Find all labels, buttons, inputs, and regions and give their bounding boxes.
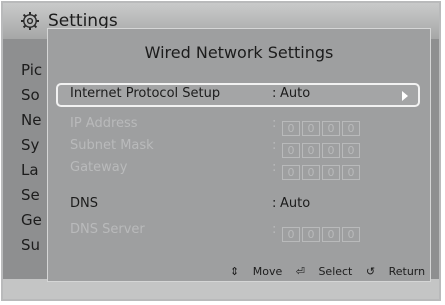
ip-address-row: IP Address : 0000: [56, 113, 420, 137]
dns-row[interactable]: DNS : Auto: [56, 193, 420, 217]
subnet-mask-field: 0000: [282, 139, 362, 158]
menu-item-security[interactable]: Se: [21, 184, 40, 206]
gateway-field: 0000: [282, 161, 362, 180]
menu-item-support[interactable]: Su: [21, 234, 40, 256]
row-colon: :: [272, 222, 277, 237]
select-hint: ⏎ Select: [296, 265, 353, 278]
menu-item-sound[interactable]: So: [21, 84, 40, 106]
internet-protocol-setup-row[interactable]: Internet Protocol Setup : Auto: [56, 83, 420, 107]
row-colon: :: [272, 116, 277, 131]
menu-item-network[interactable]: Ne: [21, 109, 41, 131]
gear-icon: [21, 12, 39, 30]
row-colon: :: [272, 138, 277, 153]
octet-box: 0: [282, 165, 300, 180]
row-label: IP Address: [70, 116, 138, 131]
return-label: Return: [388, 265, 426, 278]
enter-icon: ⏎: [295, 265, 305, 278]
octet-box: 0: [322, 143, 340, 158]
up-down-arrow-icon: ⇕: [230, 265, 240, 278]
row-value: Auto: [280, 196, 311, 211]
menu-item-language[interactable]: La: [21, 159, 39, 181]
return-icon: ↺: [365, 265, 376, 278]
octet-box: 0: [302, 227, 320, 242]
subnet-mask-row: Subnet Mask : 0000: [56, 135, 420, 159]
row-label: Gateway: [70, 160, 128, 175]
octet-box: 0: [342, 121, 360, 136]
octet-box: 0: [322, 121, 340, 136]
row-colon: :: [272, 160, 277, 175]
octet-box: 0: [322, 165, 340, 180]
return-hint: ↺ Return: [366, 265, 425, 278]
menu-item-picture[interactable]: Pic: [21, 59, 42, 81]
chevron-right-icon: [402, 91, 408, 101]
octet-box: 0: [302, 143, 320, 158]
ip-address-field: 0000: [282, 117, 362, 136]
wired-network-dialog: Wired Network Settings Internet Protocol…: [47, 28, 431, 282]
octet-box: 0: [302, 121, 320, 136]
octet-box: 0: [282, 143, 300, 158]
dialog-title: Wired Network Settings: [144, 43, 334, 62]
octet-box: 0: [342, 143, 360, 158]
octet-box: 0: [282, 121, 300, 136]
octet-box: 0: [322, 227, 340, 242]
move-label: Move: [252, 265, 283, 278]
octet-box: 0: [342, 165, 360, 180]
move-hint: ⇕ Move: [230, 265, 282, 278]
row-colon: :: [272, 86, 277, 101]
row-label: Subnet Mask: [70, 138, 154, 153]
octet-box: 0: [282, 227, 300, 242]
gateway-row: Gateway : 0000: [56, 157, 420, 181]
row-colon: :: [272, 196, 277, 211]
dialog-footer-hints: ⇕ Move ⏎ Select ↺ Return: [230, 265, 425, 278]
row-label: DNS Server: [70, 222, 145, 237]
octet-box: 0: [342, 227, 360, 242]
row-label: DNS: [70, 196, 98, 211]
row-value: Auto: [280, 86, 311, 101]
select-label: Select: [318, 265, 353, 278]
menu-item-general[interactable]: Ge: [21, 209, 42, 231]
bottom-bar: [3, 279, 439, 299]
octet-box: 0: [302, 165, 320, 180]
menu-item-system[interactable]: Sy: [21, 134, 39, 156]
dns-server-row: DNS Server : 0000: [56, 219, 420, 243]
dns-server-field: 0000: [282, 223, 362, 242]
row-label: Internet Protocol Setup: [70, 86, 221, 101]
